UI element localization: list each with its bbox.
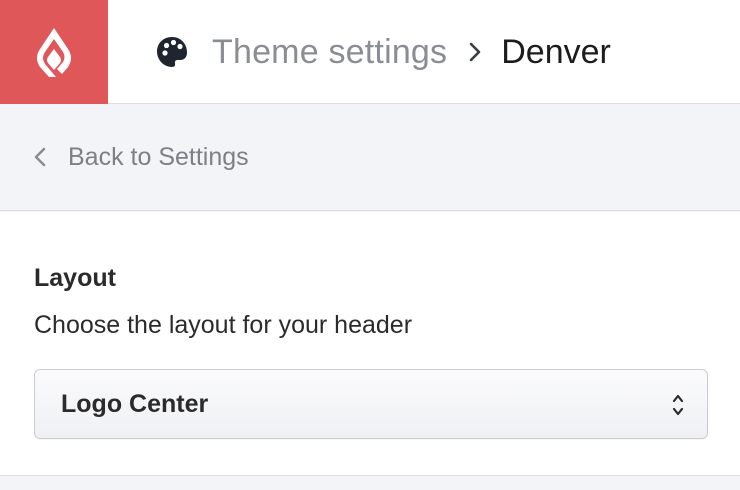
app-logo[interactable] <box>0 0 108 104</box>
breadcrumb: Theme settings Denver <box>154 0 611 104</box>
lightspeed-flame-icon <box>37 28 71 77</box>
section-title: Layout <box>34 264 116 292</box>
back-to-settings-link[interactable]: Back to Settings <box>0 143 249 172</box>
chevron-left-icon <box>34 147 48 167</box>
breadcrumb-parent[interactable]: Theme settings <box>212 33 447 72</box>
top-bar: Theme settings Denver <box>0 0 740 104</box>
select-arrows-icon <box>671 390 685 420</box>
footer-strip <box>0 477 740 490</box>
palette-icon <box>154 34 190 70</box>
section-description: Choose the layout for your header <box>34 311 413 339</box>
chevron-right-icon <box>469 42 481 62</box>
layout-select[interactable]: Logo Center <box>34 369 708 439</box>
back-bar: Back to Settings <box>0 104 740 211</box>
breadcrumb-current: Denver <box>501 32 611 71</box>
layout-select-value: Logo Center <box>61 390 209 418</box>
back-label: Back to Settings <box>68 142 249 171</box>
layout-section: Layout Choose the layout for your header… <box>0 212 740 476</box>
